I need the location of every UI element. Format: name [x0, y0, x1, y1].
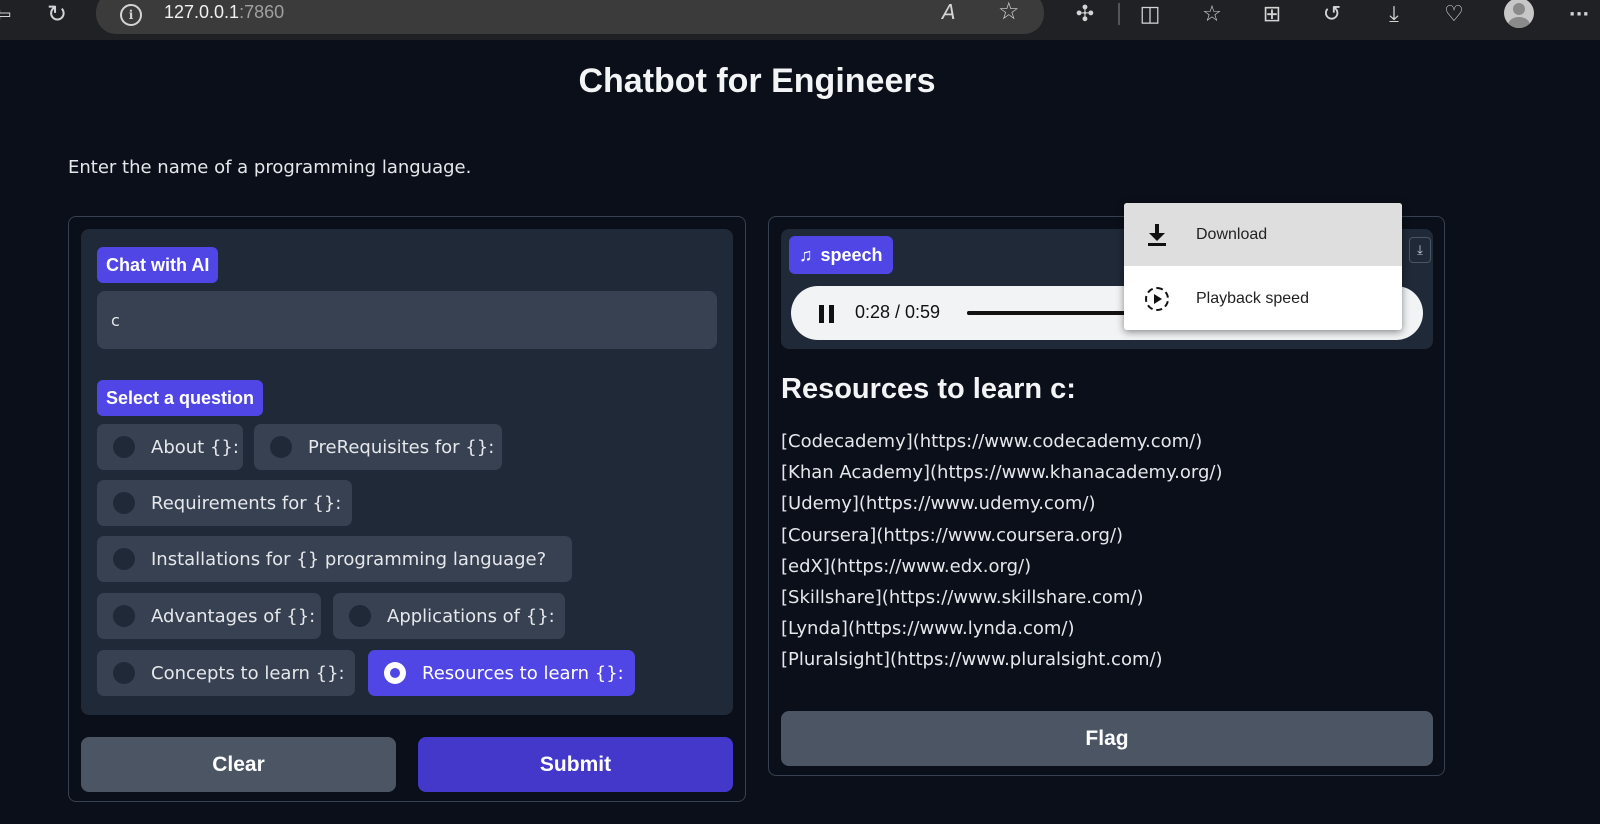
radio-about[interactable]: About {}: [97, 424, 243, 470]
audio-time: 0:28 / 0:59 [855, 302, 941, 322]
favorites-icon[interactable]: ☆ [1198, 0, 1226, 28]
radio-resources[interactable]: Resources to learn {}: [368, 650, 635, 696]
chat-label: Chat with AI [97, 247, 219, 283]
radio-dot[interactable] [113, 605, 135, 627]
download-icon [1144, 222, 1170, 248]
playback-speed-icon [1144, 286, 1170, 312]
flag-button[interactable]: Flag [781, 711, 1433, 766]
radio-advantages[interactable]: Advantages of {}: [97, 593, 321, 639]
submit-button[interactable]: Submit [418, 737, 733, 792]
read-aloud-icon[interactable]: A [942, 0, 956, 24]
resources-title: Resources to learn c: [781, 373, 1076, 405]
radio-dot[interactable] [270, 436, 292, 458]
input-panel: Chat with AI c Select a question About {… [68, 216, 746, 802]
radio-label: About {}: [151, 436, 239, 458]
audio-download-icon[interactable]: ⤓ [1409, 237, 1431, 263]
menu-item-label: Playback speed [1196, 289, 1309, 307]
radio-label: Requirements for {}: [151, 492, 342, 514]
radio-label: Advantages of {}: [151, 605, 316, 627]
radio-dot[interactable] [113, 492, 135, 514]
list-item: [Udemy](https://www.udemy.com/) [781, 493, 1096, 515]
radio-label: PreRequisites for {}: [308, 436, 495, 458]
page-title: Chatbot for Engineers [578, 62, 936, 100]
radio-label: Concepts to learn {}: [151, 662, 345, 684]
list-item: [Lynda](https://www.lynda.com/) [781, 618, 1075, 640]
list-item: [Coursera](https://www.coursera.org/) [781, 524, 1124, 546]
list-item: [Codecademy](https://www.codecademy.com/… [781, 431, 1203, 452]
toolbar-divider [1118, 3, 1120, 25]
refresh-icon[interactable]: ↻ [42, 0, 72, 28]
input-block: Chat with AI c Select a question About {… [81, 229, 733, 715]
radio-dot[interactable] [113, 436, 135, 458]
radio-label: Resources to learn {}: [422, 662, 624, 684]
list-item: [Pluralsight](https://www.pluralsight.co… [781, 649, 1163, 671]
menu-item-playback-speed[interactable]: Playback speed [1124, 267, 1402, 330]
radio-label: Installations for {} programming languag… [151, 548, 547, 570]
browser-essentials-icon[interactable]: ♡ [1440, 0, 1468, 28]
music-note-icon: ♫ [799, 244, 813, 265]
downloads-icon[interactable]: ⤓ [1380, 0, 1408, 28]
menu-item-label: Download [1196, 225, 1268, 243]
radio-dot[interactable] [113, 548, 135, 570]
list-item: [Skillshare](https://www.skillshare.com/… [781, 587, 1144, 609]
radio-installations[interactable]: Installations for {} programming languag… [97, 536, 572, 582]
radio-prerequisites[interactable]: PreRequisites for {}: [254, 424, 502, 470]
chat-input[interactable]: c [97, 291, 717, 349]
speech-label-text: speech [820, 244, 883, 265]
url-host: 127.0.0.1 [164, 2, 240, 22]
profile-avatar[interactable] [1504, 0, 1534, 28]
list-item: [edX](https://www.edx.org/) [781, 555, 1032, 577]
radio-applications[interactable]: Applications of {}: [333, 593, 565, 639]
radio-dot-selected[interactable] [384, 662, 406, 684]
clear-button[interactable]: Clear [81, 737, 396, 792]
audio-context-menu: Download Playback speed [1124, 203, 1402, 330]
resources-list: [Codecademy](https://www.codecademy.com/… [781, 426, 1222, 676]
history-icon[interactable]: ↺ [1318, 0, 1346, 28]
menu-item-download[interactable]: Download [1124, 203, 1402, 266]
url-text[interactable]: 127.0.0.1:7860 [164, 2, 284, 23]
url-port: :7860 [239, 2, 285, 22]
split-screen-icon[interactable]: ◫ [1136, 0, 1164, 28]
radio-dot[interactable] [113, 662, 135, 684]
radio-label: Applications of {}: [387, 605, 555, 627]
speech-label: ♫ speech [789, 236, 893, 274]
site-info-icon[interactable]: i [120, 4, 142, 26]
radio-concepts[interactable]: Concepts to learn {}: [97, 650, 355, 696]
pause-icon[interactable] [819, 305, 835, 323]
radio-requirements[interactable]: Requirements for {}: [97, 480, 352, 526]
extensions-icon[interactable]: ✣ [1070, 0, 1100, 28]
address-bar[interactable]: i 127.0.0.1:7860 A ☆ [96, 0, 1044, 34]
list-item: [Khan Academy](https://www.khanacademy.o… [781, 462, 1223, 484]
back-icon[interactable]: ⇦ [0, 0, 12, 28]
browser-toolbar: ⇦ ↻ i 127.0.0.1:7860 A ☆ ✣ ◫ ☆ ⊞ ↺ ⤓ ♡ ·… [0, 0, 1600, 40]
collections-icon[interactable]: ⊞ [1258, 0, 1286, 28]
radio-dot[interactable] [349, 605, 371, 627]
page-description: Enter the name of a programming language… [68, 157, 472, 178]
more-icon[interactable]: ··· [1564, 0, 1594, 28]
question-label: Select a question [97, 380, 264, 416]
favorite-star-icon[interactable]: ☆ [998, 0, 1020, 25]
